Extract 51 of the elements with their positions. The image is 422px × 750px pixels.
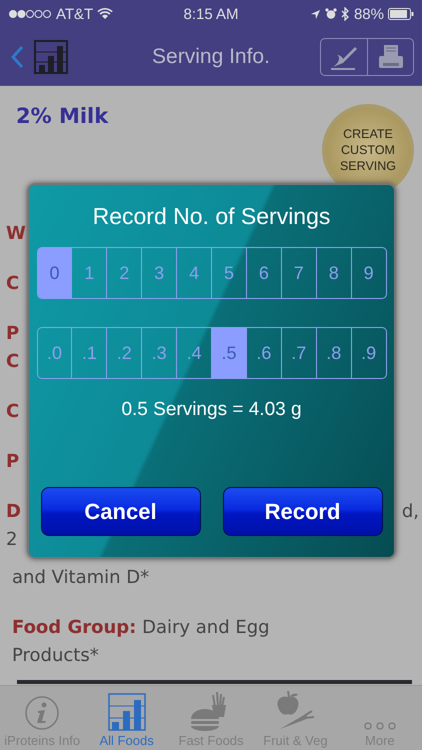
digit-option[interactable]: 7	[280, 248, 316, 298]
detail-text: P	[6, 322, 20, 346]
bluetooth-icon	[340, 7, 350, 21]
servings-result: 0.5 Servings = 4.03 g	[121, 399, 302, 421]
wifi-icon	[97, 8, 114, 20]
detail-text: and Vitamin D*	[12, 566, 150, 590]
decimal-option[interactable]: .1	[71, 328, 106, 378]
digit-option[interactable]: 2	[106, 248, 142, 298]
battery-icon	[388, 8, 414, 20]
digit-option[interactable]: 5	[211, 248, 246, 298]
detail-text: C	[6, 400, 20, 424]
signal-icon	[8, 9, 52, 19]
info-icon	[24, 695, 60, 731]
clock: 8:15 AM	[183, 6, 239, 22]
back-icon[interactable]	[10, 44, 24, 68]
detail-text: W	[6, 222, 26, 246]
decimal-option[interactable]: .2	[106, 328, 142, 378]
food-name: 2% Milk	[15, 104, 108, 128]
more-icon	[364, 721, 396, 731]
detail-text: Products*	[12, 644, 99, 668]
digit-option[interactable]: 0	[38, 248, 72, 298]
location-icon	[310, 8, 321, 20]
bar-chart-icon	[34, 40, 68, 74]
digit-option[interactable]: 4	[176, 248, 212, 298]
detail-text: D	[6, 500, 21, 524]
detail-text: Food Group: Dairy and Egg	[12, 616, 270, 640]
digit-option[interactable]: 3	[141, 248, 176, 298]
decimal-option[interactable]: .7	[280, 328, 316, 378]
detail-text: P	[6, 450, 20, 474]
decimal-option[interactable]: .9	[350, 328, 386, 378]
carrier: AT&T	[56, 6, 94, 22]
record-button[interactable]: Record	[222, 487, 382, 536]
decimal-option[interactable]: .8	[316, 328, 351, 378]
cancel-button[interactable]: Cancel	[40, 487, 200, 536]
battery-percent: 88%	[354, 6, 384, 22]
digit-option[interactable]: 1	[71, 248, 106, 298]
decimal-option[interactable]: .5	[211, 328, 246, 378]
detail-text: C	[6, 350, 20, 374]
decimal-option[interactable]: .6	[246, 328, 281, 378]
detail-text: d,	[402, 500, 419, 524]
bar-chart-icon	[108, 693, 146, 731]
tab[interactable]: All Foods	[84, 686, 169, 750]
decimal-option[interactable]: .0	[38, 328, 72, 378]
decimal-option[interactable]: .3	[141, 328, 176, 378]
digit-option[interactable]: 8	[316, 248, 351, 298]
screen-title: Serving Info.	[152, 44, 270, 68]
dialog-title: Record No. of Servings	[92, 203, 330, 230]
detail-text: 2	[6, 528, 18, 552]
digit-option[interactable]: 9	[350, 248, 386, 298]
digit-option[interactable]: 6	[246, 248, 281, 298]
detail-text: C	[6, 272, 20, 296]
